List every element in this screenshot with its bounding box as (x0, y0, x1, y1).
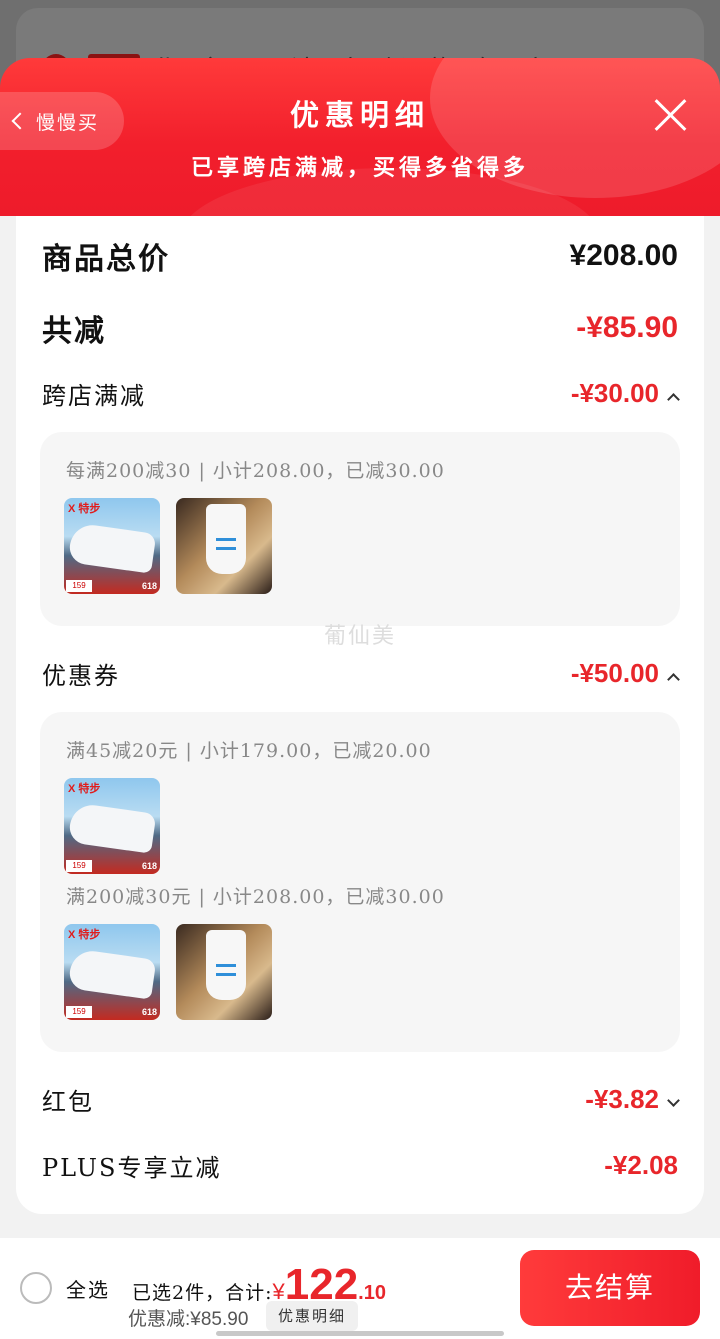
discount-sheet-header: 慢慢买 优惠明细 已享跨店满减，买得多省得多 (0, 58, 720, 216)
brand-label: X 特步 (68, 503, 101, 515)
promo-tag: 618 (141, 861, 157, 871)
section-plus: PLUS专享立减 -¥2.08 (42, 1148, 678, 1183)
sheet-title: 优惠明细 (289, 98, 430, 132)
reduce-value: -¥85.90 (576, 311, 678, 344)
discount-card: 商品总价 ¥208.00 共减 -¥85.90 跨店满减 -¥30.00 每满2… (16, 216, 704, 1214)
reduce-label: 共减 (42, 314, 106, 349)
cross-store-detail: 每满200减30 | 小计208.00，已减30.00 X 特步 159 618 (40, 432, 680, 626)
discount-total: 优惠减:¥85.90 (128, 1309, 249, 1330)
brand-logo-icon (216, 964, 236, 976)
product-thumb-sock[interactable] (176, 498, 272, 594)
section-red-packet[interactable]: 红包 -¥3.82 (42, 1082, 680, 1117)
product-thumb-shoe[interactable]: X 特步 159 618 (64, 498, 160, 594)
total-label: 商品总价 (42, 242, 170, 277)
checkout-bar: 全选 已选2件，合计: ¥ 122 .10 优惠减:¥85.90 优惠明细 去结… (0, 1238, 720, 1339)
section-value: -¥2.08 (604, 1150, 678, 1180)
chevron-down-icon (667, 1094, 680, 1107)
checkout-button[interactable]: 去结算 (520, 1250, 700, 1326)
chevron-up-icon (667, 673, 680, 686)
brand-label: X 特步 (68, 783, 101, 795)
select-all-label[interactable]: 全选 (66, 1274, 110, 1303)
detail-line: 满45减20元 | 小计179.00，已减20.00 (66, 740, 432, 762)
home-indicator (216, 1331, 504, 1336)
amount-decimal: .10 (358, 1282, 386, 1304)
detail-line: 满200减30元 | 小计208.00，已减30.00 (66, 886, 445, 908)
shoe-shape (67, 522, 157, 574)
chevron-up-icon (667, 393, 680, 406)
sheet-subtitle: 已享跨店满减，买得多省得多 (190, 155, 529, 181)
section-label: PLUS专享立减 (42, 1154, 222, 1182)
total-row: 商品总价 ¥208.00 (42, 234, 678, 278)
section-cross-store[interactable]: 跨店满减 -¥30.00 (42, 376, 680, 411)
close-icon[interactable] (652, 96, 688, 132)
select-all-checkbox[interactable] (20, 1272, 52, 1304)
brand-label: X 特步 (68, 929, 101, 941)
product-thumb-sock[interactable] (176, 924, 272, 1020)
section-coupon[interactable]: 优惠券 -¥50.00 (42, 656, 680, 691)
shoe-shape (67, 948, 157, 1000)
shoe-shape (67, 802, 157, 854)
total-value: ¥208.00 (569, 239, 678, 272)
brand-logo-icon (216, 538, 236, 550)
product-thumb-shoe[interactable]: X 特步 159 618 (64, 778, 160, 874)
price-tag: 159 (66, 860, 92, 872)
section-label: 红包 (42, 1088, 94, 1116)
price-tag: 159 (66, 580, 92, 592)
section-label: 跨店满减 (42, 382, 146, 410)
product-thumb-shoe[interactable]: X 特步 159 618 (64, 924, 160, 1020)
selected-count-text: 已选2件，合计: (132, 1282, 273, 1304)
section-value: -¥30.00 (570, 378, 659, 408)
section-value: -¥50.00 (570, 658, 659, 688)
coupon-detail: 满45减20元 | 小计179.00，已减20.00 X 特步 159 618 … (40, 712, 680, 1052)
promo-tag: 618 (141, 1007, 157, 1017)
section-value: -¥3.82 (585, 1084, 659, 1114)
watermark: 葡仙美 (323, 624, 396, 649)
detail-line: 每满200减30 | 小计208.00，已减30.00 (66, 460, 445, 482)
section-label: 优惠券 (42, 662, 120, 690)
promo-tag: 618 (141, 581, 157, 591)
discount-detail-button[interactable]: 优惠明细 (266, 1301, 359, 1331)
reduce-row: 共减 -¥85.90 (42, 306, 678, 350)
discount-sheet-body: 商品总价 ¥208.00 共减 -¥85.90 跨店满减 -¥30.00 每满2… (0, 216, 720, 1339)
price-tag: 159 (66, 1006, 92, 1018)
